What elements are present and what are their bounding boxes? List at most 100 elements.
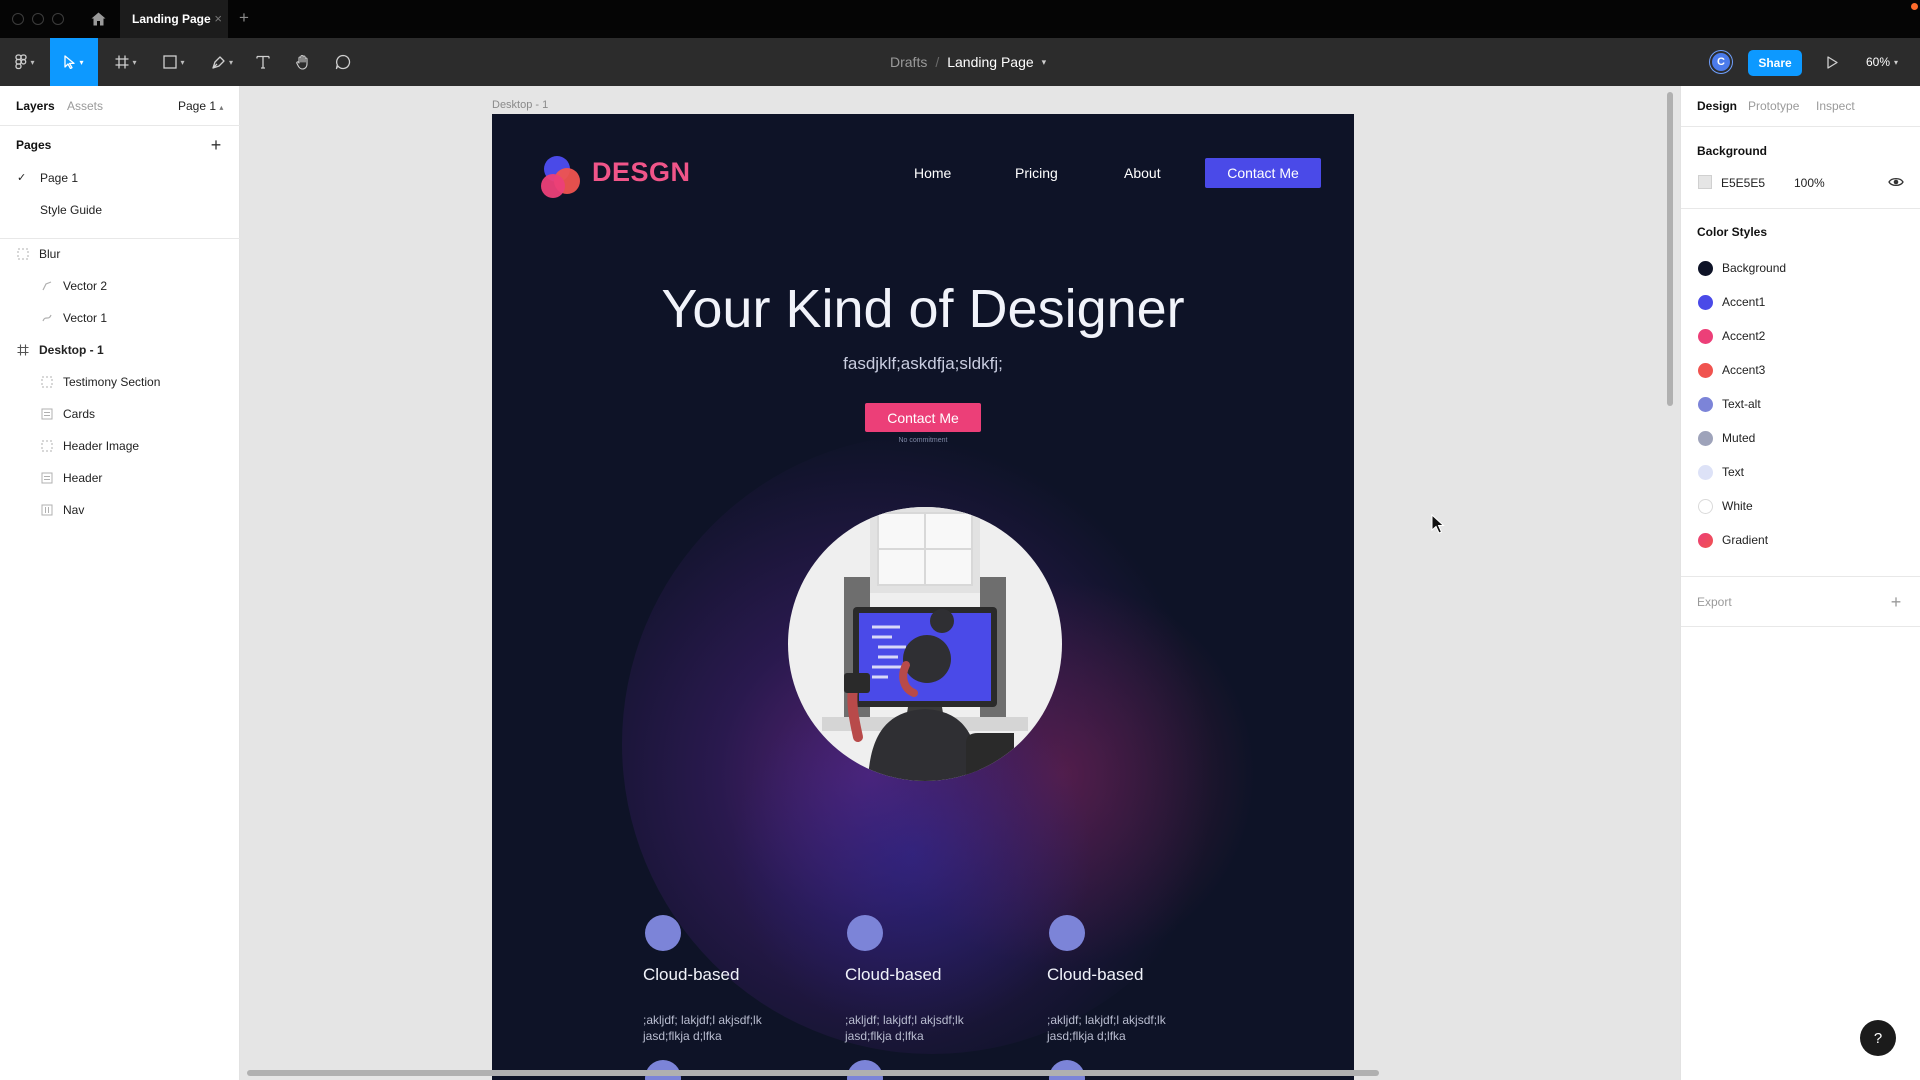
new-tab-button[interactable]: + [236, 8, 252, 28]
tab-prototype[interactable]: Prototype [1748, 99, 1799, 113]
text-tool-button[interactable] [250, 38, 276, 86]
add-page-icon[interactable]: + [208, 136, 224, 154]
layer-header[interactable]: Header [40, 468, 102, 488]
nav-link-pricing[interactable]: Pricing [1015, 165, 1058, 181]
color-styles-heading: Color Styles [1697, 225, 1768, 239]
user-avatar[interactable]: C [1710, 51, 1732, 73]
comment-tool-button[interactable] [330, 38, 356, 86]
present-button[interactable] [1822, 52, 1842, 72]
tab-design[interactable]: Design [1697, 99, 1737, 113]
hand-icon [296, 54, 308, 70]
share-button[interactable]: Share [1748, 50, 1802, 76]
file-tab[interactable]: Landing Page × [120, 0, 228, 38]
pen-tool-button[interactable]: ▾ [204, 38, 240, 86]
mouse-cursor-icon [1431, 514, 1445, 534]
layer-label: Header Image [63, 439, 140, 453]
color-style-label: Text [1722, 465, 1745, 479]
horizontal-scrollbar[interactable] [247, 1070, 1379, 1076]
breadcrumb-separator: / [935, 54, 940, 70]
color-style-text-alt[interactable]: Text-alt [1698, 396, 1761, 412]
window-close-button[interactable] [12, 13, 24, 25]
layer-testimony-section[interactable]: Testimony Section [40, 372, 160, 392]
recording-indicator [1911, 3, 1918, 10]
vertical-scrollbar[interactable] [1667, 92, 1673, 406]
hero-contact-button[interactable]: Contact Me [865, 403, 981, 432]
color-style-label: Gradient [1722, 533, 1769, 547]
group-dashed-icon [16, 247, 30, 261]
layer-desktop-1[interactable]: Desktop - 1 [16, 340, 104, 360]
eye-icon[interactable] [1888, 175, 1904, 189]
color-style-background[interactable]: Background [1698, 260, 1786, 276]
help-button[interactable]: ? [1860, 1020, 1896, 1056]
feature-card-text: ;akljdf; lakjdf;l akjsdf;lk jasd;flkja d… [845, 1013, 964, 1043]
color-style-swatch [1698, 294, 1713, 310]
layer-cards[interactable]: Cards [40, 404, 95, 424]
text-icon [256, 55, 270, 69]
nav-link-about[interactable]: About [1124, 165, 1161, 181]
designer-illustration [788, 507, 1062, 781]
hand-tool-button[interactable] [290, 38, 316, 86]
color-style-label: Accent2 [1722, 329, 1766, 343]
layer-blur[interactable]: Blur [16, 244, 60, 264]
layer-label: Cards [63, 407, 96, 421]
design-canvas[interactable]: Desktop - 1 DESGN Home Pricing About Con… [241, 86, 1679, 1080]
color-style-gradient[interactable]: Gradient [1698, 532, 1768, 548]
frame-tool-button[interactable]: ▾ [108, 38, 144, 86]
layer-label: Vector 2 [63, 279, 108, 293]
page-item-style-guide[interactable]: Style Guide [40, 203, 102, 217]
zoom-control[interactable]: 60% ▾ [1866, 38, 1898, 86]
tab-assets[interactable]: Assets [67, 99, 103, 113]
background-opacity-input[interactable]: 100% [1794, 176, 1825, 190]
autolayout-horizontal-icon [40, 503, 54, 517]
background-heading: Background [1697, 144, 1768, 158]
feature-card: Cloud-based ;akljdf; lakjdf;l akjsdf;lk … [643, 915, 803, 1045]
color-style-label: White [1722, 499, 1753, 513]
shape-tool-button[interactable]: ▾ [156, 38, 192, 86]
layer-vector-2[interactable]: Vector 2 [40, 276, 107, 296]
tab-layers[interactable]: Layers [16, 99, 55, 113]
tab-close-icon[interactable]: × [214, 11, 222, 26]
chevron-down-icon: ▾ [180, 57, 185, 67]
autolayout-icon [40, 407, 54, 421]
color-style-accent2[interactable]: Accent2 [1698, 328, 1765, 344]
title-bar: Landing Page × + [0, 0, 1920, 38]
breadcrumb-file-name[interactable]: Landing Page [947, 54, 1033, 70]
desktop-frame[interactable]: DESGN Home Pricing About Contact Me Your… [492, 114, 1354, 1080]
add-export-icon[interactable]: + [1888, 593, 1904, 611]
page-selector[interactable]: Page 1 ▴ [178, 99, 223, 113]
frame-label[interactable]: Desktop - 1 [492, 99, 548, 111]
chevron-down-icon: ▾ [30, 57, 35, 67]
layer-vector-1[interactable]: Vector 1 [40, 308, 107, 328]
background-color-swatch[interactable] [1698, 175, 1712, 189]
move-tool-button[interactable]: ▾ [50, 38, 98, 86]
color-style-text[interactable]: Text [1698, 464, 1744, 480]
layer-label: Nav [63, 503, 85, 517]
home-button[interactable] [86, 8, 110, 30]
nav-link-home[interactable]: Home [914, 165, 951, 181]
tab-inspect[interactable]: Inspect [1816, 99, 1855, 113]
layer-nav[interactable]: Nav [40, 500, 84, 520]
color-style-label: Background [1722, 261, 1787, 275]
main-menu-button[interactable]: ▾ [8, 38, 42, 86]
window-maximize-button[interactable] [52, 13, 64, 25]
home-icon [91, 12, 105, 26]
window-minimize-button[interactable] [32, 13, 44, 25]
layer-header-image[interactable]: Header Image [40, 436, 139, 456]
breadcrumb-drafts[interactable]: Drafts [890, 54, 927, 70]
page-selector-label: Page 1 [178, 99, 217, 113]
chevron-down-icon[interactable]: ▾ [1042, 57, 1047, 68]
play-icon [1826, 55, 1838, 69]
frame-hash-icon [16, 343, 30, 357]
color-style-accent3[interactable]: Accent3 [1698, 362, 1765, 378]
page-item-page-1[interactable]: Page 1 [40, 171, 78, 185]
color-style-label: Text-alt [1722, 397, 1761, 411]
feature-card-text: ;akljdf; lakjdf;l akjsdf;lk jasd;flkja d… [1047, 1013, 1166, 1043]
color-style-muted[interactable]: Muted [1698, 430, 1755, 446]
divider [1681, 576, 1920, 577]
color-style-white[interactable]: White [1698, 498, 1753, 514]
feature-card: Cloud-based ;akljdf; lakjdf;l akjsdf;lk … [845, 915, 1005, 1045]
color-style-accent1[interactable]: Accent1 [1698, 294, 1765, 310]
background-hex-input[interactable]: E5E5E5 [1721, 176, 1765, 190]
nav-contact-button[interactable]: Contact Me [1205, 158, 1321, 188]
color-style-swatch [1698, 498, 1713, 514]
